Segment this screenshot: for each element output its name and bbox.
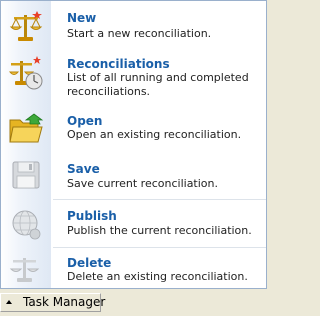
menu-item-description: Delete an existing reconciliation.	[67, 270, 248, 283]
menu-item-title: Delete	[67, 256, 112, 270]
menu-separator	[53, 247, 266, 248]
menu-item-description: Save current reconciliation.	[67, 177, 218, 190]
menu-separator	[53, 199, 266, 200]
menu-item-title: Publish	[67, 209, 117, 223]
task-menu-panel: New Start a new reconciliation. Reconcil…	[0, 0, 267, 289]
task-manager-label: Task Manager	[23, 295, 106, 309]
menu-item-publish[interactable]: Publish Publish the current reconciliati…	[1, 204, 266, 244]
menu-item-title: Open	[67, 114, 103, 128]
menu-item-description: Publish the current reconciliation.	[67, 224, 252, 237]
menu-item-title: Save	[67, 162, 100, 176]
folder-open-icon	[9, 113, 44, 143]
menu-item-title: New	[67, 11, 97, 25]
triangle-up-icon	[6, 300, 12, 304]
menu-item-description: Start a new reconciliation.	[67, 27, 212, 40]
menu-item-save[interactable]: Save Save current reconciliation.	[1, 157, 266, 195]
floppy-disk-icon	[12, 161, 40, 189]
menu-item-description: Open an existing reconciliation.	[67, 128, 242, 141]
menu-item-reconciliations[interactable]: Reconciliations List of all running and …	[1, 51, 266, 99]
globe-publish-icon	[12, 210, 41, 240]
menu-item-description: List of all running and completed reconc…	[67, 71, 249, 99]
menu-item-title: Reconciliations	[67, 57, 170, 71]
menu-item-new[interactable]: New Start a new reconciliation.	[1, 7, 266, 45]
scales-clock-icon	[8, 56, 43, 90]
menu-item-delete[interactable]: Delete Delete an existing reconciliation…	[1, 251, 266, 287]
scales-new-icon	[9, 11, 43, 41]
menu-item-open[interactable]: Open Open an existing reconciliation.	[1, 109, 266, 149]
scales-delete-icon	[9, 258, 40, 282]
menu-item-description-line: reconciliations.	[67, 85, 151, 98]
menu-item-description-line: List of all running and completed	[67, 71, 249, 84]
task-manager-button[interactable]: Task Manager	[0, 293, 105, 312]
